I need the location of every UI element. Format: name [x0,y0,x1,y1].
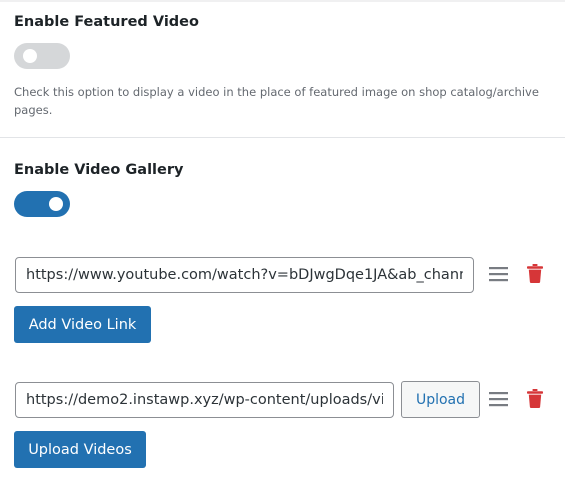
upload-video-input[interactable] [15,382,394,418]
drag-handle-icon[interactable] [489,266,509,286]
video-link-input[interactable] [15,257,474,293]
featured-video-description: Check this option to display a video in … [14,85,539,117]
trash-icon[interactable] [527,389,543,412]
toggle-knob [49,197,63,211]
video-gallery-label: Enable Video Gallery [14,162,184,178]
add-video-link-button[interactable]: Add Video Link [14,306,151,343]
top-border [0,0,565,2]
toggle-knob [23,49,37,63]
video-gallery-toggle[interactable] [14,191,70,217]
featured-video-toggle[interactable] [14,43,70,69]
trash-icon[interactable] [527,264,543,287]
featured-video-label: Enable Featured Video [14,14,199,30]
section-divider [0,137,565,138]
drag-handle-icon[interactable] [489,391,509,411]
upload-button[interactable]: Upload [401,381,480,418]
upload-videos-button[interactable]: Upload Videos [14,431,146,468]
